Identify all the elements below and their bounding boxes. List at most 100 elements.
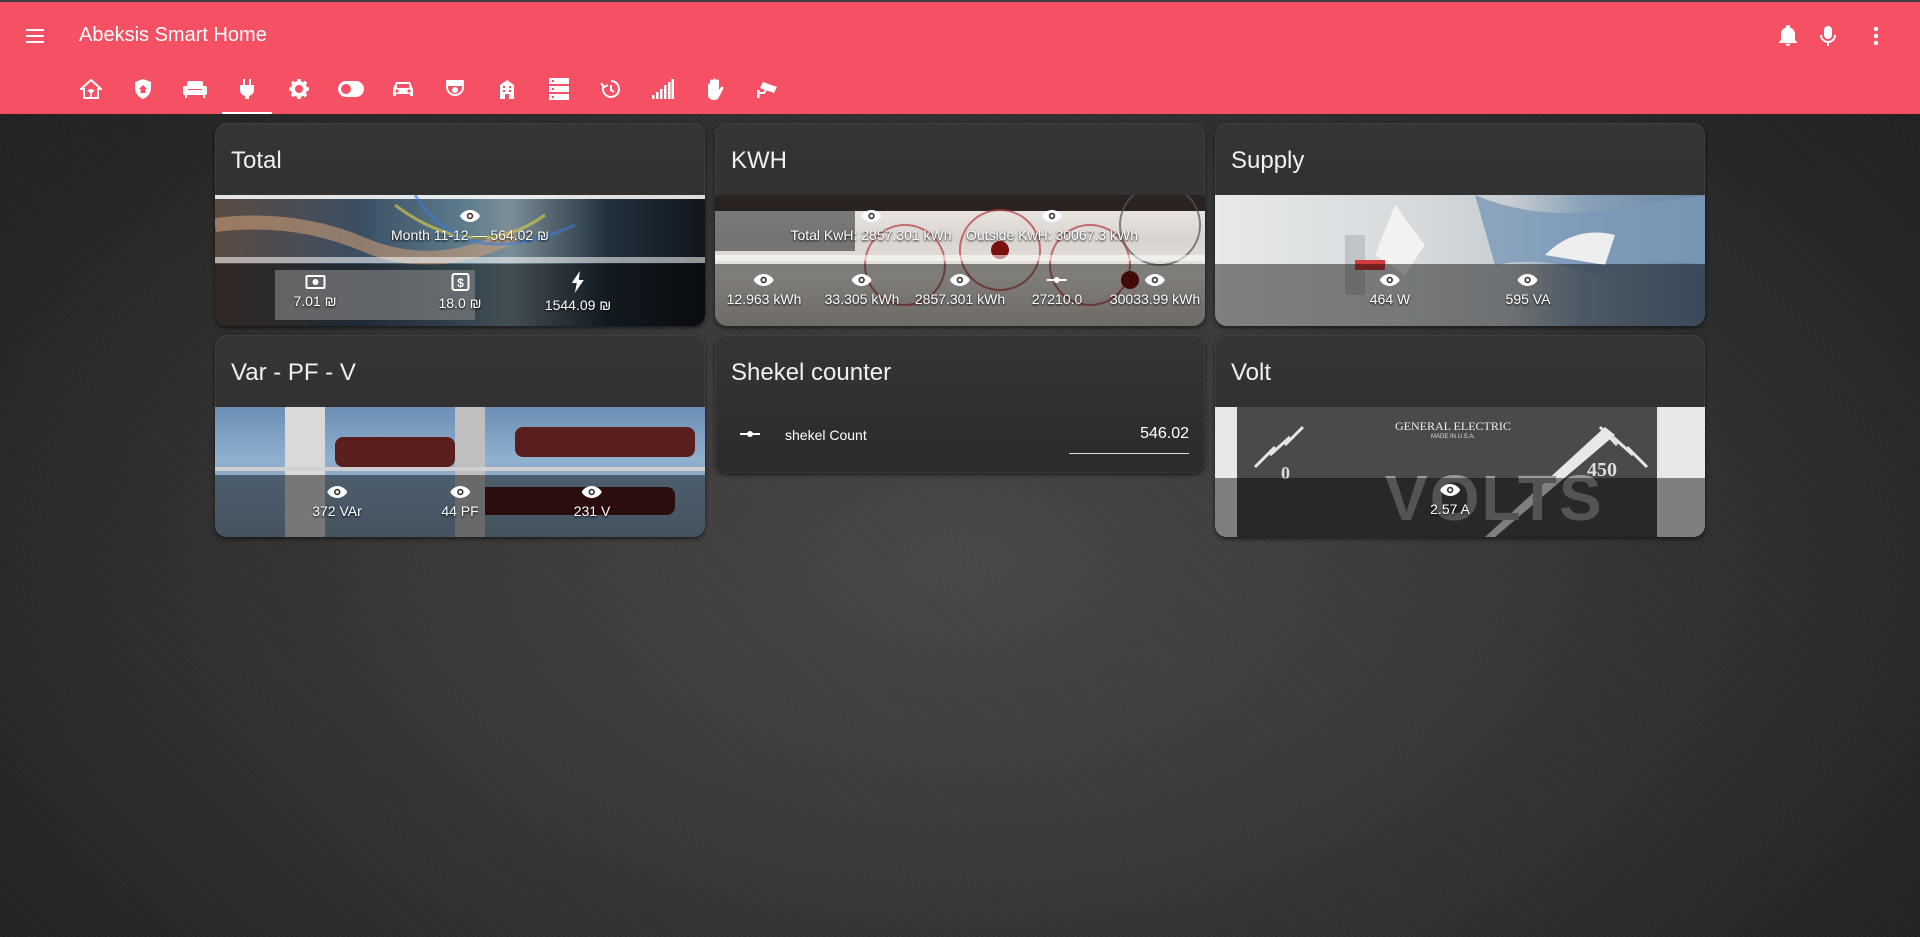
eye-icon <box>1517 274 1538 286</box>
bell-icon <box>1779 25 1797 46</box>
shekel-count-input[interactable]: 546.02 <box>1069 415 1189 454</box>
ray-vertex-icon <box>1046 277 1067 283</box>
stat-kwh-5[interactable]: 30033.99 kWh <box>1110 273 1200 307</box>
stat-power-w[interactable]: 464 W <box>1370 273 1410 307</box>
tab-server[interactable] <box>533 64 585 114</box>
card-supply: Supply 464 W 595 VA <box>1215 123 1705 326</box>
stat-value: 372 VAr <box>312 503 362 519</box>
gear-icon <box>289 79 309 99</box>
card-title: Total <box>231 147 282 174</box>
tab-history[interactable] <box>585 64 637 114</box>
power-plug-icon <box>239 79 255 99</box>
stat-daily-cost[interactable]: 7.01 ₪ <box>293 275 337 309</box>
stat-value: 2.57 A <box>1430 501 1470 517</box>
stat-kwh-1[interactable]: 12.963 kWh <box>726 273 802 307</box>
history-icon <box>600 80 620 98</box>
currency-usd-box-icon: $ <box>451 273 469 291</box>
microphone-icon <box>1820 26 1836 46</box>
overflow-menu-button[interactable] <box>1860 20 1892 52</box>
card-volt: Volt GENERAL ELECTRIC MADE IN U.S.A. 0 4… <box>1215 335 1705 537</box>
stat-month-total[interactable]: Month 11-12 — 564.02 ₪ <box>391 209 549 243</box>
stat-value: 33.305 kWh <box>824 291 900 307</box>
voice-button[interactable] <box>1812 20 1844 52</box>
cctv-icon <box>446 80 464 96</box>
eye-icon <box>1041 210 1062 222</box>
stat-outside-kwh[interactable]: Outside KwH: 30067.3 kWh <box>966 209 1138 243</box>
toggle-switch-icon <box>338 81 364 97</box>
card-title: KWH <box>731 147 787 174</box>
card-title: Shekel counter <box>731 359 892 386</box>
app-header: Abeksis Smart Home <box>0 2 1920 114</box>
tab-home[interactable] <box>65 64 117 114</box>
ray-vertex-icon <box>740 431 760 437</box>
app-title: Abeksis Smart Home <box>79 24 267 46</box>
tab-car[interactable] <box>377 64 429 114</box>
eye-icon <box>1439 484 1460 496</box>
card-title: Supply <box>1231 147 1305 174</box>
stat-value: 464 W <box>1369 291 1411 307</box>
svg-text:$: $ <box>457 276 464 290</box>
eye-icon <box>754 274 774 286</box>
flash-icon <box>571 271 584 293</box>
stat-kwh-2[interactable]: 33.305 kWh <box>824 273 900 307</box>
notifications-button[interactable] <box>1772 20 1804 52</box>
gauge-brand: GENERAL ELECTRIC <box>1395 419 1511 433</box>
tab-settings[interactable] <box>273 64 325 114</box>
eye-icon <box>1144 274 1165 286</box>
entity-row-shekel-count: shekel Count 546.02 <box>731 415 1189 455</box>
eye-icon <box>449 486 470 498</box>
stat-voltage[interactable]: 231 V <box>573 485 611 519</box>
tab-security[interactable] <box>117 64 169 114</box>
tab-building[interactable] <box>481 64 533 114</box>
stat-current[interactable]: 2.57 A <box>1430 483 1470 517</box>
card-kwh: KWH Total KwH: 2857.301 kWh Outside KwH:… <box>715 123 1205 326</box>
tab-power[interactable] <box>221 64 273 114</box>
stat-var[interactable]: 372 VAr <box>312 485 362 519</box>
eye-icon <box>949 274 970 286</box>
stat-kwh-4[interactable]: 27210.0 <box>1032 273 1082 307</box>
stat-value: 2857.301 kWh <box>914 291 1006 307</box>
tab-gestures[interactable] <box>689 64 741 114</box>
eye-icon <box>1380 274 1400 286</box>
stat-cumulative[interactable]: 1544.09 ₪ <box>545 271 611 313</box>
card-var-pf-v: Var - PF - V 372 VAr 44 PF 231 V <box>215 335 705 537</box>
sofa-icon <box>183 81 207 98</box>
stat-value: 231 V <box>573 503 611 519</box>
card-title: Volt <box>1231 359 1272 386</box>
stat-value: 595 VA <box>1505 291 1551 307</box>
stat-pf[interactable]: 44 PF <box>441 485 479 519</box>
server-icon <box>549 78 569 100</box>
stat-value: 1544.09 ₪ <box>544 297 612 313</box>
substation-image: 372 VAr 44 PF 231 V <box>215 407 705 537</box>
stat-value: Month 11-12 — 564.02 ₪ <box>391 227 549 243</box>
cash-icon <box>305 275 325 289</box>
tab-cameras[interactable] <box>429 64 481 114</box>
card-title: Var - PF - V <box>231 359 356 386</box>
input-value: 546.02 <box>1140 425 1189 442</box>
tab-switches[interactable] <box>325 64 377 114</box>
signal-icon <box>652 79 674 99</box>
stat-total-kwh[interactable]: Total KwH: 2857.301 kWh <box>790 209 952 243</box>
tab-security-camera[interactable] <box>741 64 793 114</box>
card-shekel-counter: Shekel counter shekel Count 546.02 <box>715 335 1205 473</box>
building-icon <box>500 80 514 99</box>
entity-label: shekel Count <box>785 427 867 443</box>
tab-signal[interactable] <box>637 64 689 114</box>
menu-button[interactable] <box>20 20 52 52</box>
car-icon <box>393 82 413 96</box>
hand-icon <box>708 78 724 100</box>
card-total: Total Month 11-12 — 564.02 ₪ 7.01 ₪ $ 18… <box>215 123 705 326</box>
stat-power-va[interactable]: 595 VA <box>1505 273 1551 307</box>
eye-icon <box>861 210 881 222</box>
camera-icon <box>757 82 777 98</box>
stat-value: 30033.99 kWh <box>1109 291 1201 307</box>
tab-living-room[interactable] <box>169 64 221 114</box>
voltmeter-image: GENERAL ELECTRIC MADE IN U.S.A. 0 450 VO… <box>1215 407 1705 537</box>
eye-icon <box>582 486 602 498</box>
eye-icon <box>852 274 872 286</box>
stat-value: 44 PF <box>441 503 479 519</box>
stat-value: Outside KwH: 30067.3 kWh <box>966 227 1138 243</box>
stat-rate[interactable]: $ 18.0 ₪ <box>438 273 482 311</box>
stat-value: 12.963 kWh <box>726 291 802 307</box>
stat-kwh-3[interactable]: 2857.301 kWh <box>915 273 1005 307</box>
